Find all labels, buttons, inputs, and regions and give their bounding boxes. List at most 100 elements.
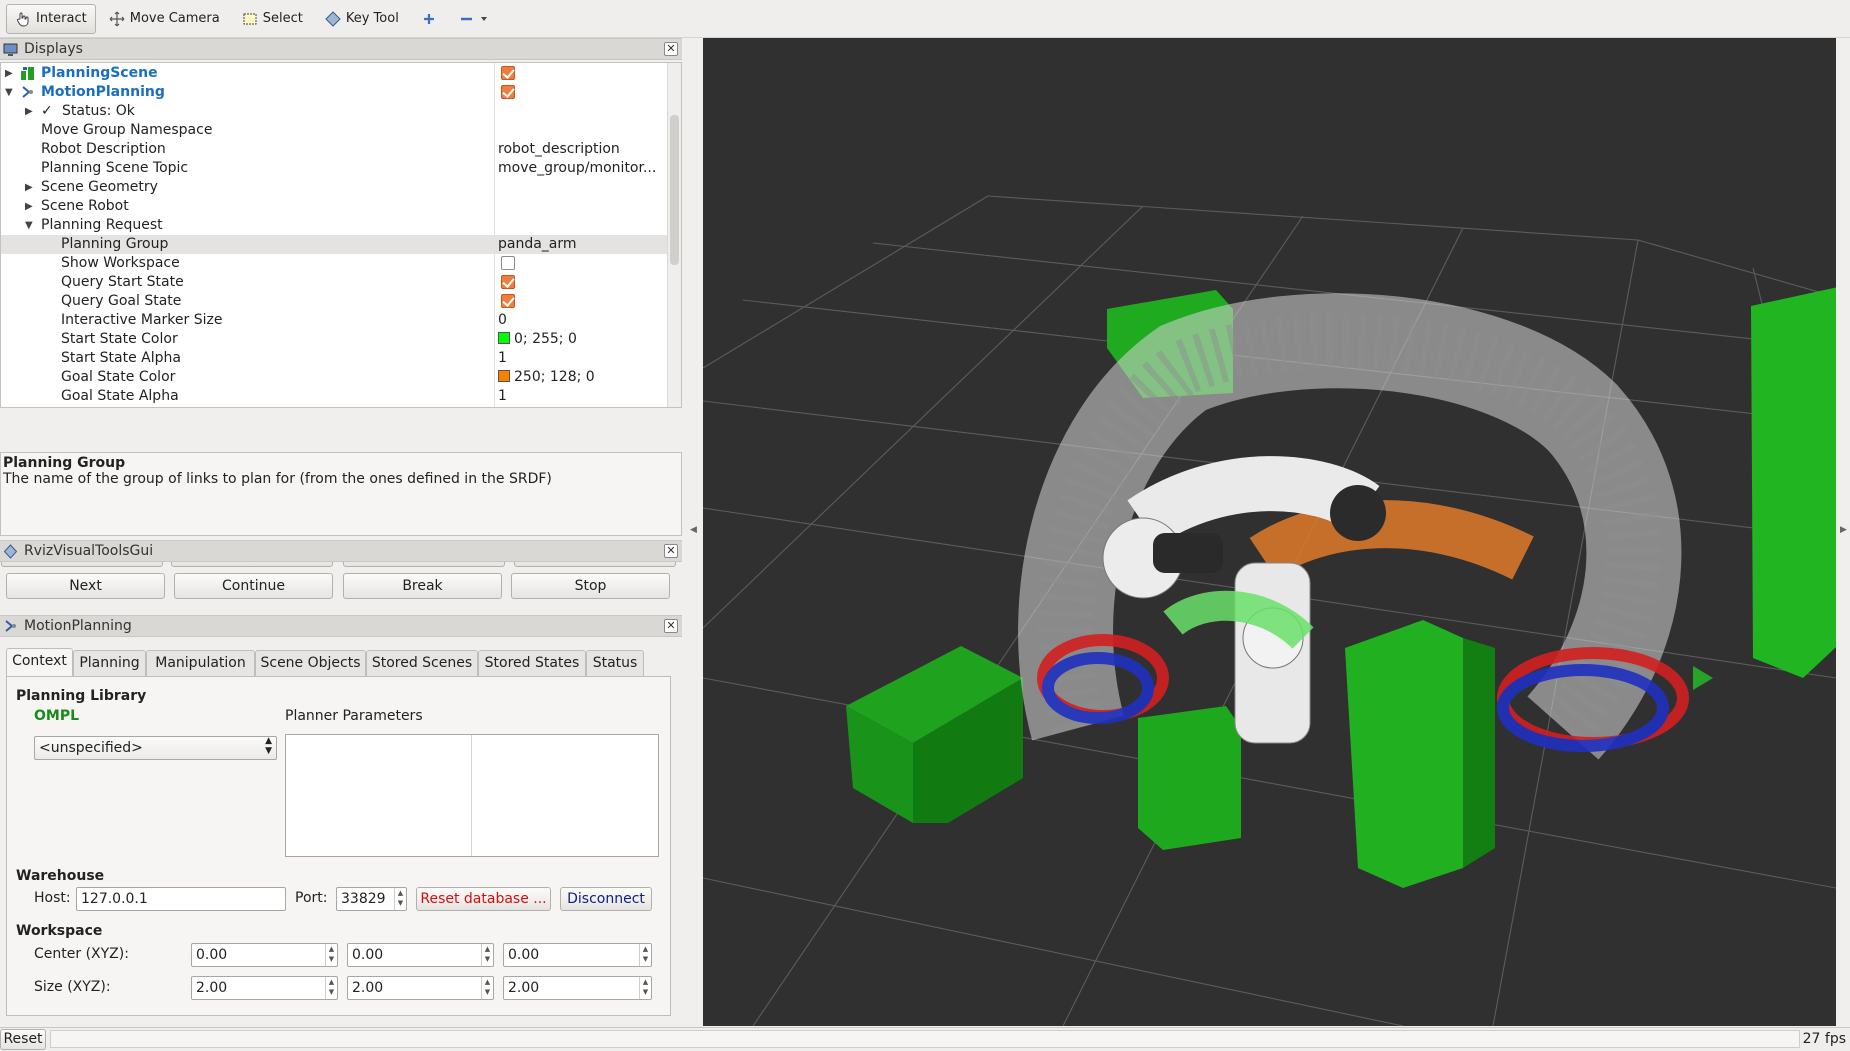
tree-row-start-state-alpha[interactable]: Start State Alpha 1	[1, 349, 667, 368]
rviz-visual-tools-dock-title[interactable]: RvizVisualToolsGui ✕	[0, 540, 682, 562]
reset-button[interactable]: Reset	[0, 1029, 46, 1050]
tree-value[interactable]: 250; 128; 0	[498, 368, 595, 387]
3d-render-viewport[interactable]	[703, 38, 1836, 1026]
center-x-spinbox[interactable]: 0.00 ▲ ▼	[191, 943, 338, 967]
tab-context[interactable]: Context	[6, 648, 73, 678]
center-xyz-label: Center (XYZ):	[34, 946, 129, 962]
tree-value[interactable]: 0; 255; 0	[498, 330, 577, 349]
tab-stored-states[interactable]: Stored States	[478, 650, 586, 676]
tree-label: Planning Group	[61, 236, 169, 252]
expand-arrow-icon[interactable]: ▶	[5, 64, 13, 83]
collapse-arrow-icon[interactable]: ▼	[5, 83, 13, 102]
tree-label: Move Group Namespace	[41, 122, 213, 138]
tree-value[interactable]: panda_arm	[498, 235, 577, 254]
next-button[interactable]: Next	[6, 573, 165, 599]
expand-arrow-icon[interactable]: ▶	[25, 197, 33, 216]
motion-planning-dock-title[interactable]: MotionPlanning ✕	[0, 615, 682, 637]
size-x-spinbox[interactable]: 2.00 ▲ ▼	[191, 976, 338, 1000]
tree-value[interactable]: robot_description	[498, 140, 620, 159]
tree-value[interactable]: 1	[498, 387, 507, 406]
motion-planning-icon	[5, 619, 16, 632]
tree-row-robot-description[interactable]: Robot Description robot_description	[1, 140, 667, 159]
scrollbar-thumb[interactable]	[670, 115, 679, 265]
query-goal-state-checkbox[interactable]	[501, 294, 515, 308]
tree-row-goal-state-color[interactable]: Goal State Color 250; 128; 0	[1, 368, 667, 387]
tree-row-interactive-marker-size[interactable]: Interactive Marker Size 0	[1, 311, 667, 330]
tree-row-scene-geometry[interactable]: ▶ Scene Geometry	[1, 178, 667, 197]
rviz-visual-tools-close-button[interactable]: ✕	[664, 544, 678, 558]
color-swatch	[498, 332, 510, 344]
spin-arrows-icon[interactable]: ▲ ▼	[394, 888, 406, 910]
tree-label: Goal State Alpha	[61, 388, 179, 404]
host-input[interactable]: 127.0.0.1	[76, 887, 286, 911]
enabled-checkbox[interactable]	[501, 66, 515, 80]
motion-planning-close-button[interactable]: ✕	[664, 619, 678, 633]
tab-status[interactable]: Status	[586, 650, 644, 676]
tab-scene-objects[interactable]: Scene Objects	[255, 650, 366, 676]
tab-stored-scenes[interactable]: Stored Scenes	[366, 650, 478, 676]
center-z-spinbox[interactable]: 0.00 ▲ ▼	[503, 943, 652, 967]
break-button[interactable]: Break	[343, 573, 502, 599]
tree-row-status[interactable]: ▶ ✓ Status: Ok	[1, 102, 667, 121]
show-workspace-checkbox[interactable]	[501, 256, 515, 270]
select-tool-button[interactable]: Select	[233, 4, 312, 34]
tree-label: Interactive Marker Size	[61, 312, 223, 328]
tree-row-goal-state-alpha[interactable]: Goal State Alpha 1	[1, 387, 667, 406]
port-spinbox[interactable]: 33829 ▲ ▼	[336, 887, 407, 911]
expand-arrow-icon[interactable]: ▶	[25, 102, 33, 121]
spin-arrows-icon[interactable]: ▲ ▼	[325, 944, 337, 966]
planner-select[interactable]: <unspecified> ▲ ▼	[34, 736, 277, 760]
displays-close-button[interactable]: ✕	[664, 42, 678, 56]
tree-row-show-workspace[interactable]: Show Workspace	[1, 254, 667, 273]
tree-row-move-group-namespace[interactable]: Move Group Namespace	[1, 121, 667, 140]
remove-tool-button[interactable]	[450, 4, 497, 34]
chevron-down-icon	[480, 16, 487, 21]
fps-readout: 27 fps	[1802, 1031, 1846, 1047]
spin-arrows-icon[interactable]: ▲ ▼	[481, 944, 493, 966]
description-title: Planning Group	[3, 455, 126, 471]
tree-row-query-goal-state[interactable]: Query Goal State	[1, 292, 667, 311]
spin-arrows-icon[interactable]: ▲ ▼	[481, 977, 493, 999]
disconnect-button[interactable]: Disconnect	[560, 887, 652, 911]
displays-scrollbar[interactable]	[667, 63, 681, 407]
spin-arrows-icon[interactable]: ▲ ▼	[325, 977, 337, 999]
center-y-spinbox[interactable]: 0.00 ▲ ▼	[347, 943, 494, 967]
tree-row-planning-request[interactable]: ▼ Planning Request	[1, 216, 667, 235]
tab-planning[interactable]: Planning	[73, 650, 146, 676]
size-y-spinbox[interactable]: 2.00 ▲ ▼	[347, 976, 494, 1000]
tree-row-planning-scene-topic[interactable]: Planning Scene Topic move_group/monitor.…	[1, 159, 667, 178]
tab-manipulation[interactable]: Manipulation	[146, 650, 255, 676]
tree-label: Goal State Color	[61, 369, 176, 385]
collapse-left-arrow-icon[interactable]: ◀	[690, 525, 697, 535]
tree-row-scene-robot[interactable]: ▶ Scene Robot	[1, 197, 667, 216]
key-tool-button[interactable]: Key Tool	[316, 4, 408, 34]
interact-tool-button[interactable]: Interact	[6, 3, 96, 34]
move-camera-tool-button[interactable]: Move Camera	[100, 4, 229, 34]
tree-value[interactable]: move_group/monitor...	[498, 159, 656, 178]
collapse-arrow-icon[interactable]: ▼	[25, 216, 33, 235]
expand-arrow-icon[interactable]: ▶	[25, 178, 33, 197]
planning-scene-icon	[21, 67, 34, 80]
key-tool-diamond-icon	[325, 10, 341, 27]
spin-arrows-icon[interactable]: ▲ ▼	[639, 944, 651, 966]
collapse-right-arrow-icon[interactable]: ▶	[1840, 525, 1847, 535]
tree-row-motion-planning[interactable]: ▼ MotionPlanning	[1, 83, 667, 102]
planner-params-table[interactable]	[285, 734, 659, 857]
host-label: Host:	[34, 890, 71, 906]
tree-row-planning-group[interactable]: Planning Group panda_arm	[1, 235, 667, 254]
query-start-state-checkbox[interactable]	[501, 275, 515, 289]
displays-dock-title[interactable]: Displays ✕	[0, 38, 682, 60]
stop-button[interactable]: Stop	[511, 573, 670, 599]
tree-row-planning-scene[interactable]: ▶ PlanningScene	[1, 64, 667, 83]
motion-planning-icon	[22, 86, 33, 98]
tree-row-query-start-state[interactable]: Query Start State	[1, 273, 667, 292]
enabled-checkbox[interactable]	[501, 85, 515, 99]
spin-arrows-icon[interactable]: ▲ ▼	[639, 977, 651, 999]
tree-row-start-state-color[interactable]: Start State Color 0; 255; 0	[1, 330, 667, 349]
continue-button[interactable]: Continue	[174, 573, 333, 599]
add-tool-button[interactable]	[412, 4, 446, 34]
tree-value[interactable]: 1	[498, 349, 507, 368]
tree-value[interactable]: 0	[498, 311, 507, 330]
reset-database-button[interactable]: Reset database ...	[416, 887, 551, 911]
size-z-spinbox[interactable]: 2.00 ▲ ▼	[503, 976, 652, 1000]
